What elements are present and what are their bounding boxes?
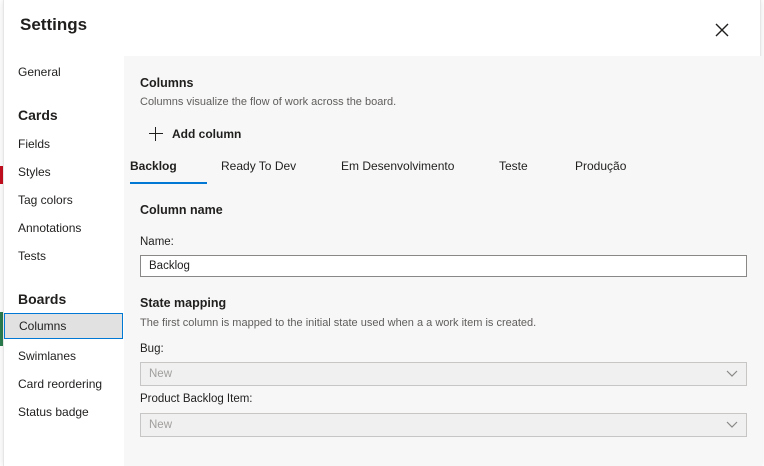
sidebar-heading-boards: Boards: [18, 291, 67, 307]
column-name-title: Column name: [140, 203, 223, 217]
tab-label: Em Desenvolvimento: [341, 159, 455, 173]
sidebar-item-label: Fields: [18, 137, 51, 151]
sidebar-item-label: Annotations: [18, 221, 82, 235]
sidebar-item-label: Status badge: [18, 405, 89, 419]
tab-label: Produção: [575, 159, 627, 173]
tab-em-desenvolvimento[interactable]: Em Desenvolvimento: [341, 154, 454, 184]
sidebar-item-status-badge[interactable]: Status badge: [4, 399, 123, 425]
sidebar-item-fields[interactable]: Fields: [4, 131, 123, 157]
columns-description: Columns visualize the flow of work acros…: [140, 96, 397, 108]
add-column-button[interactable]: Add column: [148, 124, 241, 144]
pbi-label: Product Backlog Item:: [140, 393, 253, 405]
chevron-down-icon: [726, 368, 738, 380]
state-mapping-description: The first column is mapped to the initia…: [140, 317, 537, 329]
pbi-state-dropdown[interactable]: New: [140, 413, 747, 437]
tab-label: Teste: [499, 159, 528, 173]
name-label: Name:: [140, 236, 174, 248]
add-column-label: Add column: [172, 127, 242, 141]
pbi-state-value: New: [149, 419, 173, 431]
bug-state-value: New: [149, 368, 173, 380]
sidebar-item-tag-colors[interactable]: Tag colors: [4, 187, 123, 213]
tab-backlog[interactable]: Backlog: [130, 154, 207, 184]
sidebar-heading-cards: Cards: [18, 107, 58, 123]
state-mapping-title: State mapping: [140, 296, 227, 310]
tab-producao[interactable]: Produção: [575, 154, 626, 184]
columns-title: Columns: [140, 76, 194, 90]
column-tabs: Backlog Ready To Dev Em Desenvolvimento …: [130, 154, 750, 184]
sidebar-item-swimlanes[interactable]: Swimlanes: [4, 343, 123, 369]
close-icon: [715, 23, 729, 37]
sidebar-item-label: Columns: [19, 319, 67, 333]
sidebar-item-tests[interactable]: Tests: [4, 243, 123, 269]
sidebar-item-columns[interactable]: Columns: [4, 313, 123, 339]
sidebar-item-label: Swimlanes: [18, 349, 77, 363]
close-button[interactable]: [710, 18, 734, 42]
sidebar-item-label: Card reordering: [18, 377, 103, 391]
plus-icon: [148, 126, 164, 142]
sidebar-item-card-reordering[interactable]: Card reordering: [4, 371, 123, 397]
sidebar-item-styles[interactable]: Styles: [4, 159, 123, 185]
sidebar-item-label: Tests: [18, 249, 47, 263]
chevron-down-icon: [726, 419, 738, 431]
tab-label: Ready To Dev: [221, 159, 297, 173]
tab-ready-to-dev[interactable]: Ready To Dev: [221, 154, 296, 184]
bug-state-dropdown[interactable]: New: [140, 362, 747, 386]
settings-sidebar: General Cards Fields Styles Tag colors A…: [4, 56, 124, 466]
column-name-input[interactable]: [140, 255, 747, 277]
tab-label: Backlog: [130, 159, 177, 173]
settings-dialog: Settings General Cards Fields Styles Tag…: [3, 0, 762, 466]
bug-label: Bug:: [140, 343, 164, 355]
sidebar-item-label: Tag colors: [18, 193, 73, 207]
tab-teste[interactable]: Teste: [499, 154, 528, 184]
sidebar-item-general[interactable]: General: [4, 59, 123, 85]
sidebar-item-label: General: [18, 65, 61, 79]
sidebar-item-annotations[interactable]: Annotations: [4, 215, 123, 241]
dialog-title: Settings: [20, 15, 88, 34]
sidebar-item-label: Styles: [18, 165, 51, 179]
columns-settings-panel: Columns Columns visualize the flow of wo…: [124, 56, 762, 466]
